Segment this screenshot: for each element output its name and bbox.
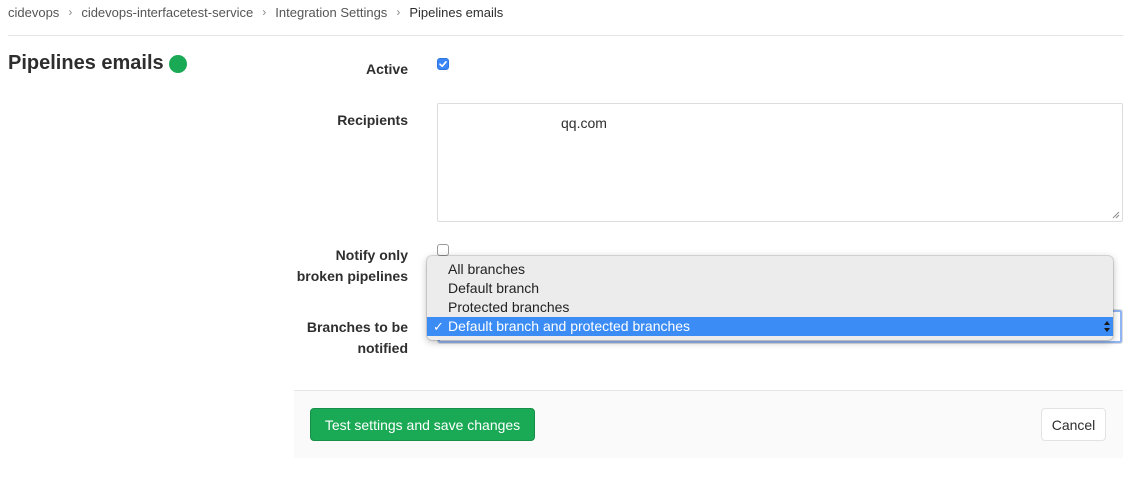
dropdown-option-protected-branches[interactable]: Protected branches xyxy=(427,298,1113,317)
dropdown-option-all-branches[interactable]: All branches xyxy=(427,260,1113,279)
recipients-value: qq.com xyxy=(561,115,607,131)
page-title: Pipelines emails xyxy=(8,52,187,75)
breadcrumb-separator: › xyxy=(262,5,267,19)
resize-grip-icon[interactable] xyxy=(1112,211,1120,219)
breadcrumb-item-project[interactable]: cidevops-interfacetest-service xyxy=(81,5,253,20)
recipients-textarea[interactable]: qq.com xyxy=(437,103,1123,222)
breadcrumb-separator: › xyxy=(396,5,401,19)
branches-label: Branches to be notified xyxy=(208,317,408,359)
test-and-save-button[interactable]: Test settings and save changes xyxy=(310,408,535,441)
recipients-label: Recipients xyxy=(337,112,408,128)
dropdown-option-label: Default branch and protected branches xyxy=(448,318,691,334)
breadcrumb-item-integration-settings[interactable]: Integration Settings xyxy=(275,5,387,20)
cancel-button[interactable]: Cancel xyxy=(1041,408,1106,441)
status-active-icon xyxy=(168,54,187,73)
notify-broken-checkbox[interactable] xyxy=(437,244,449,256)
check-icon: ✓ xyxy=(433,319,444,334)
branches-label-line1: Branches to be xyxy=(306,319,408,335)
notify-broken-label-line2: broken pipelines xyxy=(296,268,408,284)
notify-broken-label: Notify only broken pipelines xyxy=(208,245,408,287)
branches-label-line2: notified xyxy=(357,340,408,356)
breadcrumb: cidevops › cidevops-interfacetest-servic… xyxy=(8,4,503,20)
dropdown-option-default-branch[interactable]: Default branch xyxy=(427,279,1113,298)
form-actions: Test settings and save changes Cancel xyxy=(294,390,1123,458)
checkmark-icon xyxy=(439,61,447,68)
active-label: Active xyxy=(365,61,408,77)
updown-arrows-icon xyxy=(1104,321,1110,332)
breadcrumb-separator: › xyxy=(68,5,73,19)
branches-dropdown-menu: All branches Default branch Protected br… xyxy=(427,256,1113,340)
breadcrumb-item-group[interactable]: cidevops xyxy=(8,5,59,20)
header-divider xyxy=(8,35,1123,36)
page-title-text: Pipelines emails xyxy=(8,52,164,74)
active-checkbox[interactable] xyxy=(437,58,449,70)
breadcrumb-item-current[interactable]: Pipelines emails xyxy=(409,5,503,20)
notify-broken-label-line1: Notify only xyxy=(335,247,408,263)
dropdown-option-default-and-protected[interactable]: ✓ Default branch and protected branches xyxy=(427,317,1113,336)
